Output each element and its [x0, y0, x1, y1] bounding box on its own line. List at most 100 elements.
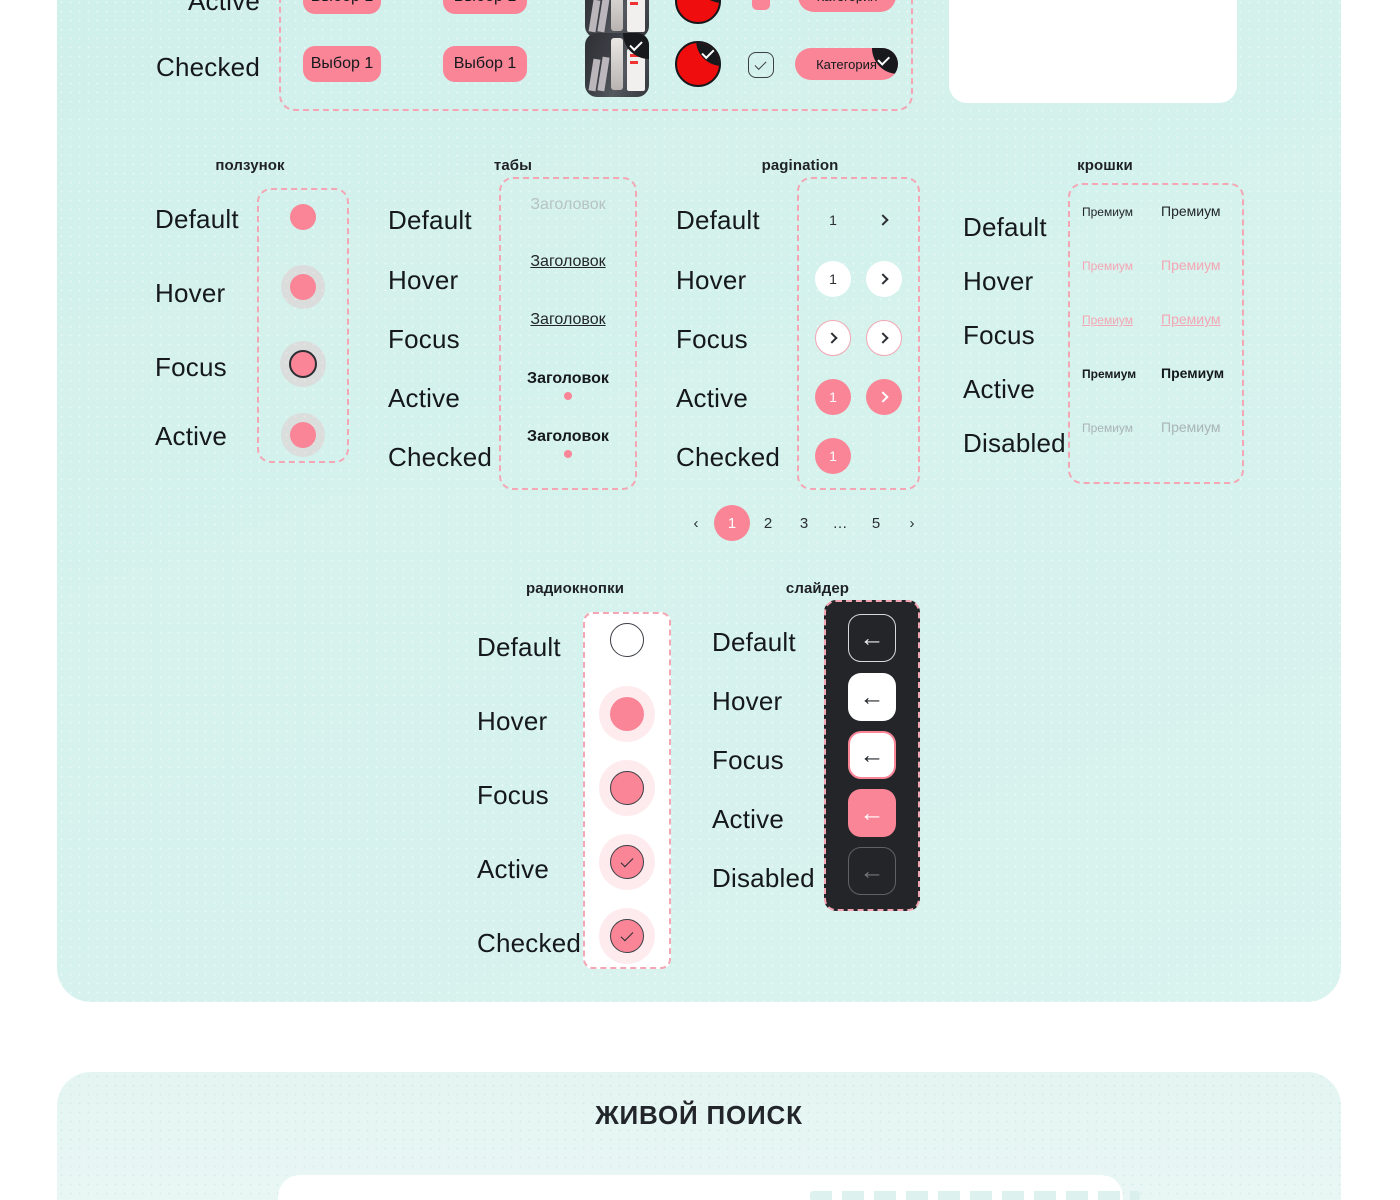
- pagination-next-hover[interactable]: [866, 261, 902, 297]
- slider-arrow-focus[interactable]: ←: [848, 731, 896, 779]
- breadcrumb-large-active[interactable]: Премиум: [1161, 365, 1224, 381]
- slider-thumb-default[interactable]: [290, 204, 316, 230]
- tab-active[interactable]: Заголовок: [499, 370, 637, 388]
- pagination-page-hover[interactable]: 1: [815, 261, 851, 297]
- category-chip-active-label: Категория: [817, 0, 878, 4]
- slider-dark-state-active: Active: [712, 804, 785, 834]
- slider-dark-state-focus: Focus: [712, 745, 784, 775]
- page-root: Active Checked Выбор 1 Выбор 1 Категория…: [0, 0, 1400, 1200]
- breadcrumb-small-hover[interactable]: Премиум: [1082, 259, 1133, 273]
- chevron-right-icon: [876, 391, 889, 403]
- breadcrumbs-state-default: Default: [963, 212, 1047, 242]
- category-chip-checked[interactable]: Категория: [795, 48, 898, 80]
- tabs-state-checked: Checked: [388, 442, 493, 472]
- slider-state-hover: Hover: [155, 278, 226, 308]
- breadcrumbs-state-hover: Hover: [963, 266, 1034, 296]
- button-checked-1[interactable]: Выбор 1: [303, 46, 381, 82]
- pagination-page-default[interactable]: 1: [815, 202, 851, 238]
- button-active-1[interactable]: Выбор 1: [303, 0, 381, 14]
- tabs-state-focus: Focus: [388, 324, 460, 354]
- check-corner-icon: [696, 43, 719, 66]
- tab-focus[interactable]: Заголовок: [499, 311, 637, 329]
- category-chip-checked-label: Категория: [816, 56, 877, 72]
- arrow-left-icon: ←: [859, 682, 885, 711]
- breadcrumb-large-default[interactable]: Премиум: [1161, 203, 1221, 219]
- tabs-state-active: Active: [388, 383, 461, 413]
- footer-pagination-page-3[interactable]: 3: [786, 505, 822, 541]
- button-checked-2[interactable]: Выбор 1: [443, 46, 527, 82]
- radio-state-default: Default: [477, 632, 561, 662]
- breadcrumb-small-disabled: Премиум: [1082, 421, 1134, 435]
- breadcrumb-large-hover[interactable]: Премиум: [1161, 257, 1221, 273]
- breadcrumbs-group-frame: [1068, 183, 1244, 484]
- breadcrumbs-state-disabled: Disabled: [963, 428, 1066, 458]
- slider-dark-state-hover: Hover: [712, 686, 783, 716]
- radio-state-focus: Focus: [477, 780, 549, 810]
- breadcrumb-small-focus[interactable]: Премиум: [1082, 313, 1133, 327]
- breadcrumb-large-focus[interactable]: Премиум: [1161, 311, 1221, 327]
- product-thumbnail-checked[interactable]: [585, 33, 649, 97]
- chevron-right-icon: [825, 332, 838, 344]
- slider-thumb-hover[interactable]: [290, 274, 316, 300]
- slider-group-title: ползунок: [215, 157, 285, 174]
- slider-dark-state-default: Default: [712, 627, 796, 657]
- slider-arrow-default[interactable]: ←: [848, 614, 896, 662]
- arrow-left-icon: ←: [859, 740, 885, 769]
- tab-hover[interactable]: Заголовок: [499, 253, 637, 271]
- tab-default[interactable]: Заголовок: [499, 196, 637, 214]
- slider-arrow-hover[interactable]: ←: [848, 673, 896, 721]
- tab-checked-dot-icon: [564, 450, 572, 458]
- slider-dark-state-disabled: Disabled: [712, 863, 815, 893]
- breadcrumbs-state-focus: Focus: [963, 320, 1035, 350]
- breadcrumb-large-disabled: Премиум: [1161, 419, 1221, 435]
- slider-dark-group-title: слайдер: [785, 580, 850, 597]
- button-active-2[interactable]: Выбор 1: [443, 0, 527, 14]
- color-swatch-checked[interactable]: [675, 41, 721, 87]
- category-chip-active[interactable]: Категория: [798, 0, 896, 12]
- pagination-next-focus[interactable]: [866, 320, 902, 356]
- live-search-title: ЖИВОЙ ПОИСК: [595, 1100, 803, 1130]
- footer-pagination-prev[interactable]: ‹: [678, 505, 714, 541]
- pagination-next-active[interactable]: [866, 379, 902, 415]
- pagination-state-checked: Checked: [676, 442, 781, 472]
- pagination-state-focus: Focus: [676, 324, 748, 354]
- pagination-next-default[interactable]: [866, 202, 902, 238]
- footer-pagination-page-5[interactable]: 5: [858, 505, 894, 541]
- pagination-page-active[interactable]: 1: [815, 379, 851, 415]
- footer-pagination-page-1[interactable]: 1: [714, 505, 750, 541]
- slider-thumb-active[interactable]: [290, 422, 316, 448]
- pagination-state-hover: Hover: [676, 265, 747, 295]
- radio-default[interactable]: [610, 623, 644, 657]
- breadcrumbs-group-title: крошки: [1077, 157, 1133, 174]
- footer-pagination-next[interactable]: ›: [894, 505, 930, 541]
- main-showcase-card: [57, 0, 1341, 1002]
- check-icon: [620, 854, 634, 868]
- breadcrumbs-state-active: Active: [963, 374, 1036, 404]
- slider-arrow-active[interactable]: ←: [848, 789, 896, 837]
- tabs-state-default: Default: [388, 205, 472, 235]
- tab-checked[interactable]: Заголовок: [499, 428, 637, 446]
- live-search-placeholder-strip: [810, 1191, 1140, 1200]
- pagination-group-title: pagination: [761, 157, 839, 174]
- tabs-input-card: Выбор 1 Выбор 2 Введите текст надписи...: [949, 0, 1237, 103]
- slider-thumb-focus[interactable]: [289, 350, 317, 378]
- footer-pagination-page-2[interactable]: 2: [750, 505, 786, 541]
- check-icon: [620, 928, 634, 942]
- checkbox-checked[interactable]: [748, 52, 774, 78]
- radio-focus[interactable]: [610, 771, 644, 805]
- breadcrumb-small-default[interactable]: Премиум: [1082, 205, 1133, 219]
- pagination-state-default: Default: [676, 205, 760, 235]
- pagination-page-checked[interactable]: 1: [815, 438, 851, 474]
- arrow-left-icon: ←: [859, 798, 885, 827]
- radio-hover[interactable]: [610, 697, 644, 731]
- breadcrumb-small-active[interactable]: Премиум: [1082, 367, 1136, 381]
- radio-active[interactable]: [610, 845, 644, 879]
- tabs-state-hover: Hover: [388, 265, 459, 295]
- pagination-page-focus[interactable]: [815, 320, 851, 356]
- chevron-right-icon: [876, 273, 889, 285]
- radio-checked[interactable]: [610, 919, 644, 953]
- radio-state-active: Active: [477, 854, 550, 884]
- checkbox-active[interactable]: [752, 0, 770, 10]
- radio-state-hover: Hover: [477, 706, 548, 736]
- radio-state-checked: Checked: [477, 928, 582, 958]
